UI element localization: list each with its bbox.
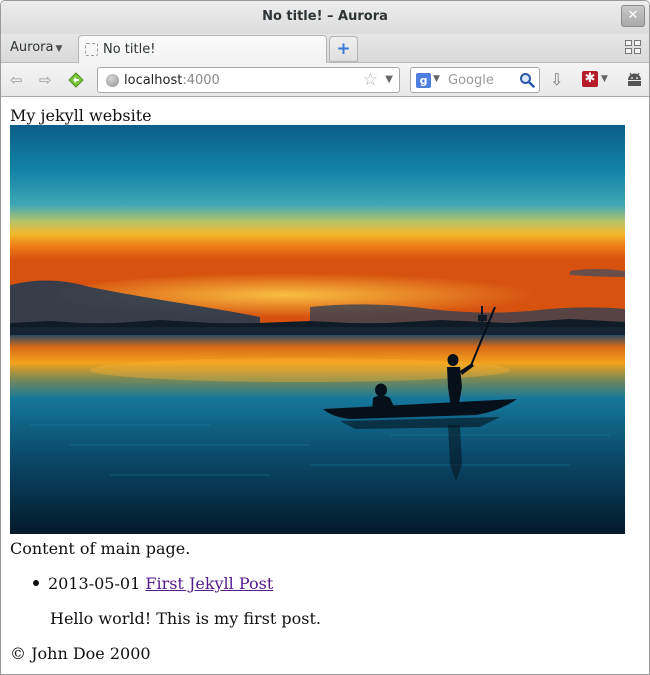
post-link[interactable]: First Jekyll Post: [145, 574, 273, 593]
download-icon[interactable]: ⇩: [550, 70, 563, 89]
url-bar[interactable]: localhost:4000 ☆ ▼: [97, 67, 400, 93]
back-arrow-icon[interactable]: ⇦: [10, 71, 23, 89]
app-menu-button[interactable]: Aurora ▼: [10, 40, 62, 55]
chevron-down-icon[interactable]: ▼: [433, 74, 440, 84]
title-bar: No title! – Aurora ✕: [1, 1, 649, 34]
tab-bar: Aurora ▼ No title! +: [1, 34, 649, 64]
tab-groups-icon[interactable]: [625, 40, 643, 56]
footer: © John Doe 2000: [10, 644, 151, 663]
globe-icon: [106, 74, 119, 87]
blank-page-icon: [85, 43, 98, 56]
window-close-button[interactable]: ✕: [621, 5, 645, 27]
search-icon[interactable]: [519, 72, 535, 88]
search-bar[interactable]: g ▼ Google: [410, 67, 540, 93]
sunset-boat-photo: [10, 125, 625, 534]
android-icon[interactable]: [626, 72, 643, 87]
list-item: 2013-05-01 First Jekyll Post: [33, 574, 273, 593]
tab-active[interactable]: No title!: [78, 35, 327, 64]
new-tab-button[interactable]: +: [329, 36, 358, 62]
bookmark-star-icon[interactable]: ☆: [363, 70, 378, 90]
search-placeholder[interactable]: Google: [448, 73, 494, 88]
page-content: My jekyll website Content of main page. …: [1, 98, 649, 674]
post-excerpt: Hello world! This is my first post.: [50, 609, 321, 628]
app-menu-label: Aurora: [10, 40, 54, 55]
tab-label: No title!: [103, 42, 156, 57]
navigation-toolbar: ⇦ ⇨ localhost:4000 ☆ ▼ g ▼ Google ⇩ ✱ ▼: [1, 63, 649, 97]
site-title: My jekyll website: [10, 106, 152, 125]
addon-icon[interactable]: ✱: [582, 71, 598, 87]
reload-icon[interactable]: [68, 72, 84, 88]
url-port: :4000: [182, 73, 220, 88]
url-host: localhost: [124, 73, 183, 88]
window-title: No title! – Aurora: [262, 9, 388, 24]
browser-window: No title! – Aurora ✕ Aurora ▼ No title! +…: [0, 0, 650, 675]
url-history-dropdown-icon[interactable]: ▼: [385, 74, 393, 85]
url-text[interactable]: localhost:4000: [124, 73, 220, 88]
chevron-down-icon[interactable]: ▼: [601, 74, 608, 84]
hero-image: [10, 125, 625, 534]
chevron-down-icon: ▼: [55, 44, 63, 54]
list-bullet: [33, 580, 39, 586]
post-date: 2013-05-01: [48, 574, 141, 593]
main-content-text: Content of main page.: [10, 539, 191, 558]
forward-arrow-icon[interactable]: ⇨: [39, 71, 52, 89]
google-engine-icon[interactable]: g: [416, 73, 431, 88]
